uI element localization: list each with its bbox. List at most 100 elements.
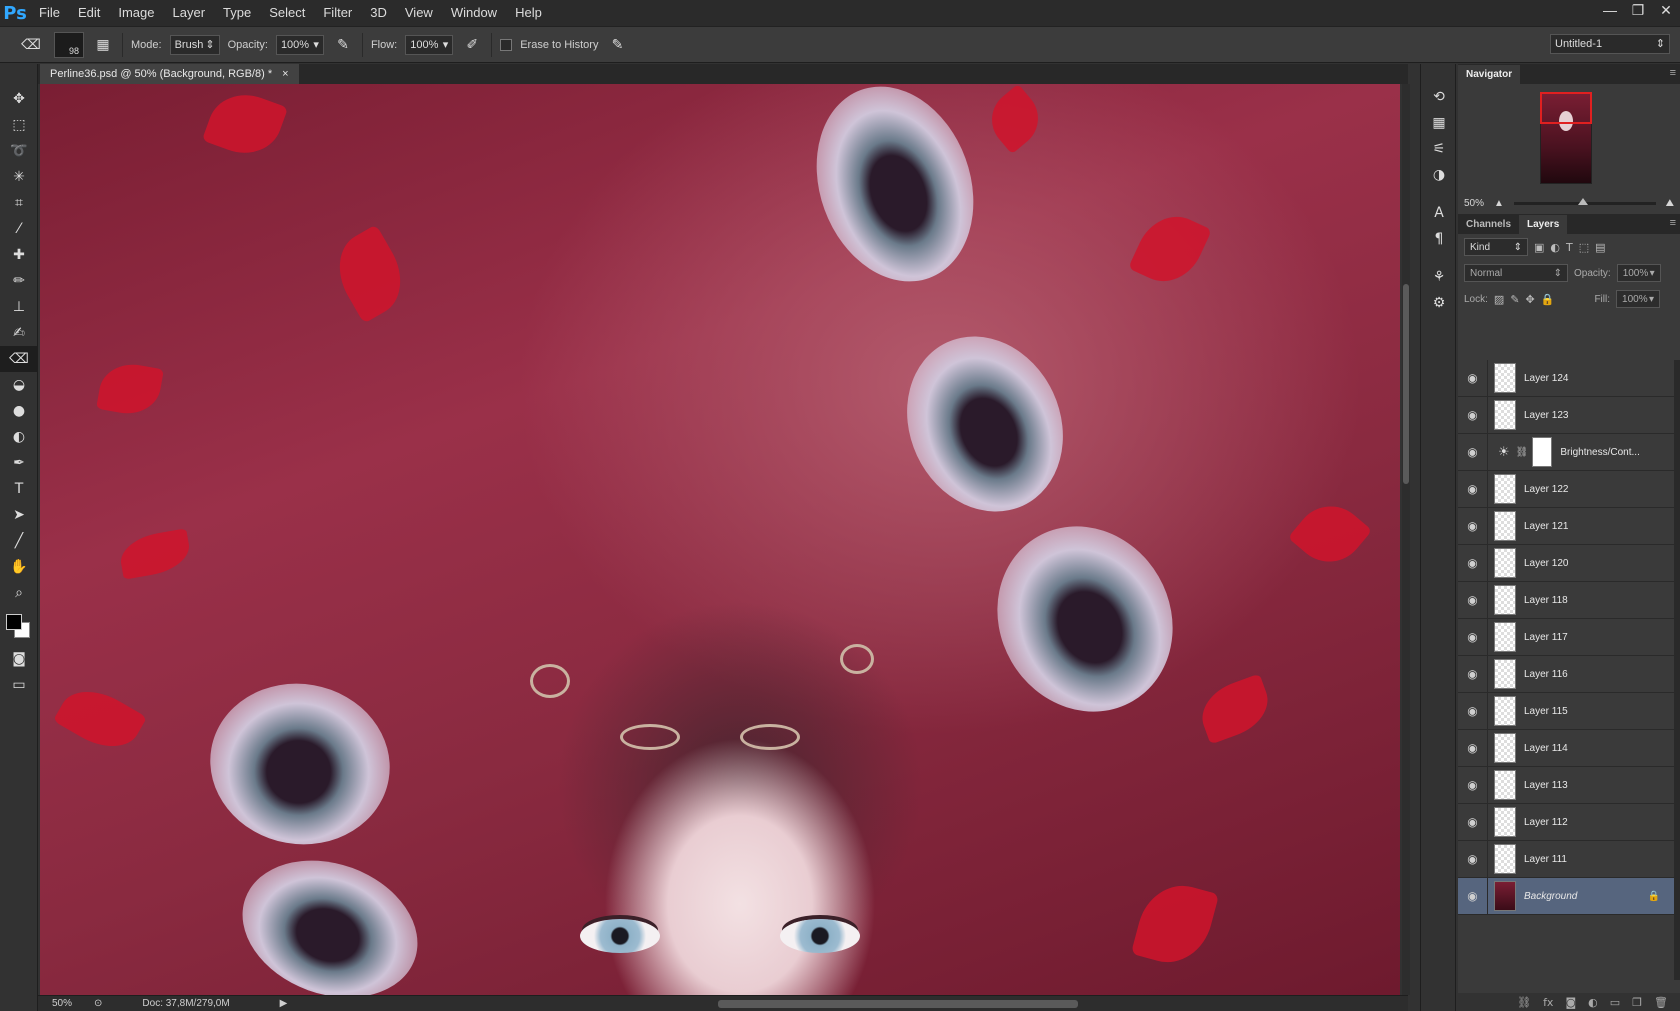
new-group-icon[interactable]: ▭ xyxy=(1610,996,1620,1009)
layer-row[interactable]: ◉ Layer 111 xyxy=(1458,840,1674,878)
link-layers-icon[interactable]: ⛓ xyxy=(1517,996,1531,1009)
visibility-eye-icon[interactable]: ◉ xyxy=(1458,470,1488,508)
new-layer-icon[interactable]: ❐ xyxy=(1632,996,1642,1009)
layer-row[interactable]: ◉ Layer 113 xyxy=(1458,766,1674,804)
menu-select[interactable]: Select xyxy=(260,0,314,26)
document-tab[interactable]: Perline36.psd @ 50% (Background, RGB/8) … xyxy=(40,64,299,84)
move-tool-icon[interactable]: ✥ xyxy=(0,86,38,112)
document-canvas[interactable] xyxy=(40,84,1400,995)
visibility-eye-icon[interactable]: ◉ xyxy=(1458,507,1488,545)
layer-name[interactable]: Layer 122 xyxy=(1524,484,1568,495)
filter-smart-object-icon[interactable]: ▤ xyxy=(1595,241,1605,254)
canvas-vertical-scrollbar[interactable] xyxy=(1402,84,1410,995)
menu-window[interactable]: Window xyxy=(442,0,506,26)
visibility-eye-icon[interactable]: ◉ xyxy=(1458,692,1488,730)
vertical-scroll-thumb[interactable] xyxy=(1403,284,1409,484)
navigator-zoom-value[interactable]: 50% xyxy=(1464,198,1484,209)
visibility-eye-icon[interactable]: ◉ xyxy=(1458,360,1488,397)
lock-position-icon[interactable]: ✥ xyxy=(1526,293,1535,306)
restore-button[interactable]: ❐ xyxy=(1624,0,1652,20)
erase-to-history-checkbox[interactable] xyxy=(500,38,513,51)
menu-layer[interactable]: Layer xyxy=(164,0,215,26)
layer-row[interactable]: ◉ Layer 123 xyxy=(1458,396,1674,434)
layer-row[interactable]: ◉ Layer 116 xyxy=(1458,655,1674,693)
layers-scrollbar[interactable] xyxy=(1674,360,1680,980)
layer-row[interactable]: ◉ Layer 124 xyxy=(1458,360,1674,397)
new-adjustment-icon[interactable]: ◐ xyxy=(1588,996,1598,1009)
layer-name[interactable]: Brightness/Cont... xyxy=(1560,447,1639,458)
line-tool-icon[interactable]: ╱ xyxy=(0,528,38,554)
character-panel-icon[interactable]: A xyxy=(1421,200,1457,226)
layer-name[interactable]: Layer 112 xyxy=(1524,817,1568,828)
foreground-color-swatch[interactable] xyxy=(6,614,22,630)
filter-type-icon[interactable]: T xyxy=(1566,241,1573,254)
zoom-in-icon[interactable]: ⛰ xyxy=(1666,198,1674,209)
mask-link-icon[interactable]: ⛓ xyxy=(1516,447,1529,458)
pressure-size-icon[interactable]: ✎ xyxy=(606,32,628,58)
zoom-tool-icon[interactable]: ⌕ xyxy=(0,580,38,606)
pressure-opacity-icon[interactable]: ✎ xyxy=(332,32,354,58)
layer-fill-field[interactable]: 100% ▾ xyxy=(1616,290,1661,308)
workspace-select[interactable]: Untitled-1 ⇕ xyxy=(1550,34,1670,54)
filter-adjustment-icon[interactable]: ◐ xyxy=(1550,241,1560,254)
brush-tool-icon[interactable]: ✏ xyxy=(0,268,38,294)
menu-3d[interactable]: 3D xyxy=(361,0,396,26)
visibility-eye-icon[interactable]: ◉ xyxy=(1458,396,1488,434)
visibility-eye-icon[interactable]: ◉ xyxy=(1458,840,1488,878)
layer-name[interactable]: Layer 113 xyxy=(1524,780,1568,791)
quick-mask-icon[interactable]: ◙ xyxy=(0,646,38,672)
navigator-view-box[interactable] xyxy=(1540,92,1592,124)
layer-name[interactable]: Layer 114 xyxy=(1524,743,1568,754)
close-tab-icon[interactable]: × xyxy=(282,68,288,80)
brush-presets-panel-icon[interactable]: ⚘ xyxy=(1421,264,1457,290)
layer-row[interactable]: ◉ Layer 117 xyxy=(1458,618,1674,656)
panel-menu-icon[interactable]: ≡ xyxy=(1670,67,1676,79)
magic-wand-tool-icon[interactable]: ✳ xyxy=(0,164,38,190)
close-button[interactable]: ✕ xyxy=(1652,0,1680,20)
layer-name[interactable]: Layer 117 xyxy=(1524,632,1568,643)
clone-stamp-tool-icon[interactable]: ⊥ xyxy=(0,294,38,320)
layer-style-icon[interactable]: fx xyxy=(1543,996,1553,1009)
tool-presets-panel-icon[interactable]: ⚙ xyxy=(1421,290,1457,316)
filter-shape-icon[interactable]: ⬚ xyxy=(1579,241,1589,254)
layer-name[interactable]: Layer 116 xyxy=(1524,669,1568,680)
visibility-eye-icon[interactable]: ◉ xyxy=(1458,877,1488,915)
screen-mode-icon[interactable]: ▭ xyxy=(0,672,38,698)
eraser-tool-icon[interactable]: ⌫ xyxy=(0,346,38,372)
menu-view[interactable]: View xyxy=(396,0,442,26)
layer-name[interactable]: Layer 124 xyxy=(1524,373,1568,384)
lasso-tool-icon[interactable]: ➰ xyxy=(0,138,38,164)
visibility-eye-icon[interactable]: ◉ xyxy=(1458,729,1488,767)
brush-size-picker[interactable]: 98 xyxy=(54,31,84,58)
layer-name[interactable]: Layer 121 xyxy=(1524,521,1568,532)
layer-name[interactable]: Layer 115 xyxy=(1524,706,1568,717)
navigator-zoom-slider[interactable] xyxy=(1513,197,1656,205)
layer-opacity-field[interactable]: 100% ▾ xyxy=(1616,264,1661,282)
status-info-icon[interactable]: ⊙ xyxy=(94,998,102,1009)
tab-navigator[interactable]: Navigator xyxy=(1458,65,1521,84)
lock-pixels-icon[interactable]: ✎ xyxy=(1510,293,1519,306)
add-mask-icon[interactable]: ◙ xyxy=(1565,996,1576,1009)
paint-bucket-tool-icon[interactable]: ◒ xyxy=(0,372,38,398)
healing-brush-tool-icon[interactable]: ✚ xyxy=(0,242,38,268)
layer-name[interactable]: Layer 111 xyxy=(1524,854,1567,865)
layer-name[interactable]: Layer 120 xyxy=(1524,558,1568,569)
layer-name[interactable]: Layer 123 xyxy=(1524,410,1568,421)
type-tool-icon[interactable]: T xyxy=(0,476,38,502)
mode-select[interactable]: Brush ⇕ xyxy=(169,34,220,55)
paragraph-panel-icon[interactable]: ¶ xyxy=(1421,226,1457,252)
adjustments-panel-icon[interactable]: ⚟ xyxy=(1421,136,1457,162)
visibility-eye-icon[interactable]: ◉ xyxy=(1458,618,1488,656)
dodge-tool-icon[interactable]: ◐ xyxy=(0,424,38,450)
menu-help[interactable]: Help xyxy=(506,0,551,26)
tab-channels[interactable]: Channels xyxy=(1458,215,1519,234)
layer-row[interactable]: ◉ Layer 114 xyxy=(1458,729,1674,767)
blur-tool-icon[interactable]: ● xyxy=(0,398,38,424)
airbrush-icon[interactable]: ✐ xyxy=(461,32,483,58)
flow-field[interactable]: 100% ▾ xyxy=(405,34,454,55)
zoom-out-icon[interactable]: ▲ xyxy=(1494,198,1504,209)
crop-tool-icon[interactable]: ⌗ xyxy=(0,190,38,216)
history-brush-tool-icon[interactable]: ✍ xyxy=(0,320,38,346)
status-zoom[interactable]: 50% xyxy=(52,998,72,1009)
layer-name[interactable]: Background xyxy=(1524,891,1577,902)
